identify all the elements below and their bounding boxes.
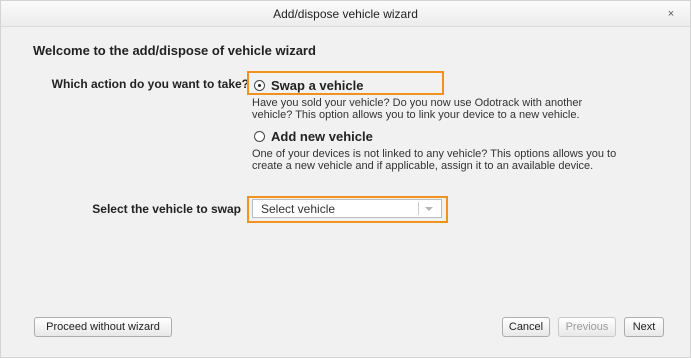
vehicle-select[interactable]: Select vehicle — [252, 199, 442, 218]
title-bar: Add/dispose vehicle wizard × — [1, 1, 690, 27]
close-button[interactable]: × — [664, 8, 678, 22]
vehicle-select-label: Select the vehicle to swap — [92, 202, 241, 216]
proceed-without-wizard-button[interactable]: Proceed without wizard — [34, 317, 172, 337]
swap-vehicle-radio[interactable] — [254, 80, 265, 91]
add-vehicle-title: Add new vehicle — [271, 129, 373, 144]
swap-vehicle-title: Swap a vehicle — [271, 78, 364, 93]
action-label: Which action do you want to take? — [51, 77, 249, 91]
cancel-button[interactable]: Cancel — [502, 317, 550, 337]
wizard-dialog: Add/dispose vehicle wizard × Welcome to … — [0, 0, 691, 358]
next-button[interactable]: Next — [624, 317, 664, 337]
swap-vehicle-description: Have you sold your vehicle? Do you now u… — [252, 97, 583, 121]
page-heading: Welcome to the add/dispose of vehicle wi… — [33, 43, 316, 58]
add-vehicle-description: One of your devices is not linked to any… — [252, 148, 617, 172]
previous-button[interactable]: Previous — [558, 317, 616, 337]
select-divider — [418, 202, 419, 215]
dialog-title: Add/dispose vehicle wizard — [273, 7, 418, 21]
vehicle-select-value: Select vehicle — [261, 202, 336, 216]
chevron-down-icon[interactable] — [425, 207, 433, 211]
close-icon: × — [667, 8, 675, 20]
add-vehicle-radio[interactable] — [254, 131, 265, 142]
